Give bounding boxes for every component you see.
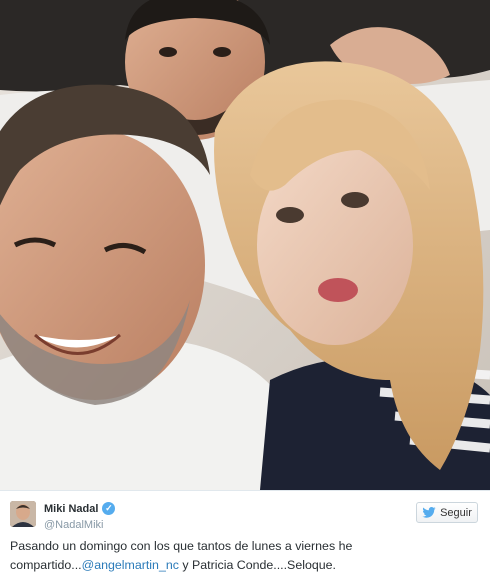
mention-link[interactable]: @angelmartin_nc: [82, 558, 179, 572]
tweet-photo[interactable]: [0, 0, 490, 490]
selfie-image: [0, 0, 490, 490]
twitter-bird-icon: [422, 507, 436, 518]
follow-button-label: Seguir: [440, 506, 472, 519]
author-name[interactable]: Miki Nadal ✓: [44, 502, 116, 515]
avatar-image: [10, 501, 36, 527]
author-handle[interactable]: @NadalMiki: [44, 519, 103, 531]
author-name-text: Miki Nadal: [44, 502, 99, 515]
tweet-card: Miki Nadal ✓ @NadalMiki Seguir Pasando u…: [0, 490, 490, 578]
verified-badge-icon: ✓: [102, 502, 116, 515]
avatar[interactable]: [10, 501, 36, 527]
tweet-text: Pasando un domingo con los que tantos de…: [10, 537, 480, 575]
tweet-text-part2: y Patricia Conde....Seloque.: [178, 558, 336, 572]
follow-button[interactable]: Seguir: [416, 502, 478, 523]
